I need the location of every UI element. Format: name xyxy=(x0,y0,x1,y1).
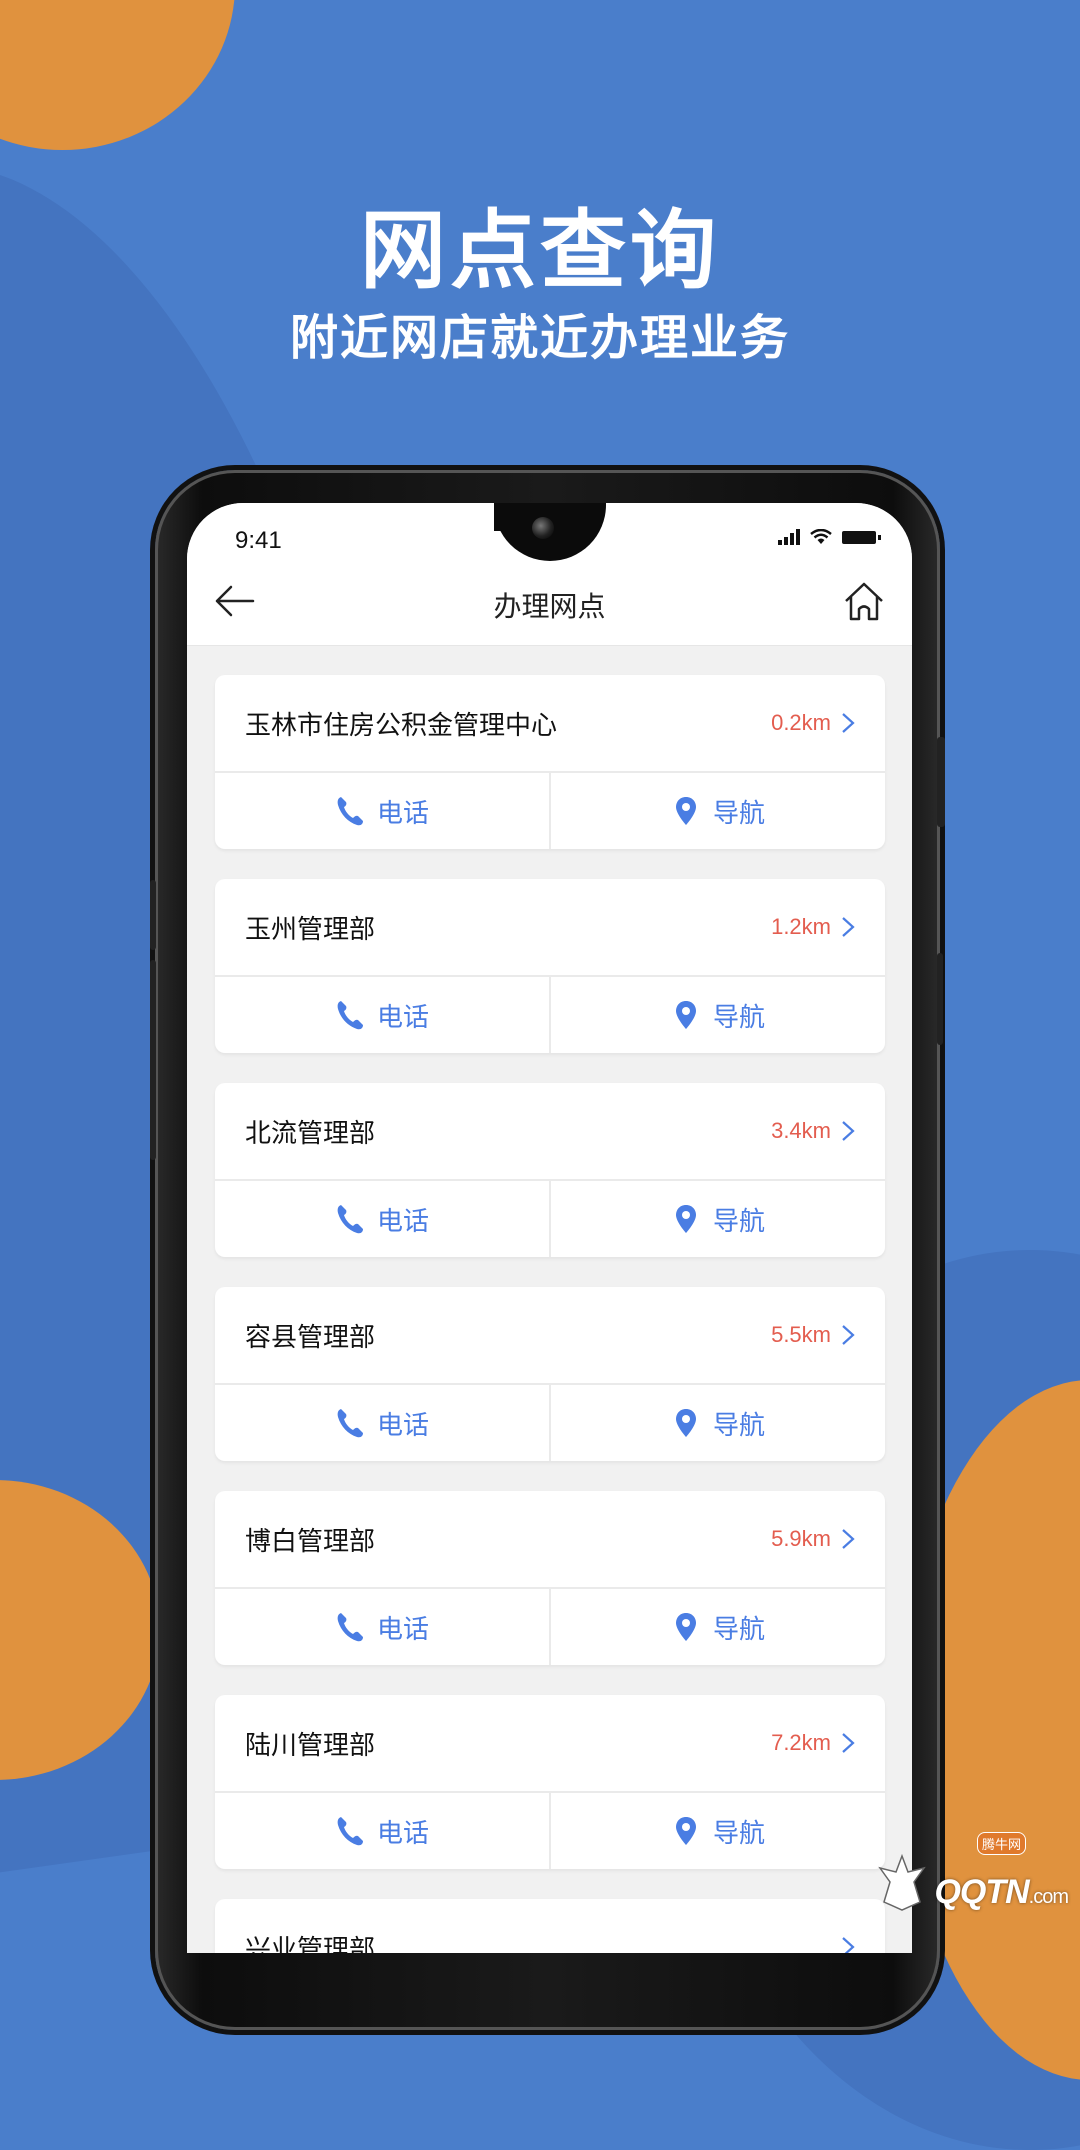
home-button[interactable] xyxy=(842,579,886,623)
call-button[interactable]: 电话 xyxy=(215,1589,549,1665)
branch-header[interactable]: 陆川管理部 7.2km xyxy=(215,1695,885,1793)
call-button[interactable]: 电话 xyxy=(215,977,549,1053)
navigate-label: 导航 xyxy=(712,1001,765,1032)
navigate-button[interactable]: 导航 xyxy=(549,1589,885,1665)
signal-icon xyxy=(778,529,800,545)
branch-card: 玉林市住房公积金管理中心 0.2km 电话 导航 xyxy=(215,675,885,849)
branch-card: 陆川管理部 7.2km 电话 导航 xyxy=(215,1695,885,1869)
branch-distance: 7.2km xyxy=(771,1730,831,1755)
phone-icon xyxy=(337,1817,363,1846)
phone-side-button xyxy=(937,953,943,1045)
branch-name: 玉林市住房公积金管理中心 xyxy=(245,709,558,740)
phone-icon xyxy=(337,1205,363,1234)
chevron-right-icon xyxy=(842,1325,855,1345)
branch-name: 兴业管理部 xyxy=(245,1933,376,1954)
navigate-button[interactable]: 导航 xyxy=(549,977,885,1053)
branch-name: 博白管理部 xyxy=(245,1525,376,1556)
navigate-label: 导航 xyxy=(712,1613,765,1644)
branch-name: 玉州管理部 xyxy=(245,913,376,944)
branch-header[interactable]: 北流管理部 3.4km xyxy=(215,1083,885,1181)
call-label: 电话 xyxy=(376,1613,429,1644)
branch-card: 容县管理部 5.5km 电话 导航 xyxy=(215,1287,885,1461)
branch-distance: 1.2km xyxy=(771,914,831,939)
phone-icon xyxy=(337,1613,363,1642)
watermark-badge: 腾牛网 xyxy=(976,1832,1026,1855)
home-icon xyxy=(845,582,883,621)
branch-card: 兴业管理部 电话 导航 xyxy=(215,1899,885,1953)
promo-title: 网点查询 xyxy=(360,203,720,299)
branch-actions: 电话 导航 xyxy=(215,1385,885,1461)
call-label: 电话 xyxy=(376,1205,429,1236)
watermark-text: QQTN.com xyxy=(934,1873,1069,1911)
branch-header[interactable]: 玉林市住房公积金管理中心 0.2km xyxy=(215,675,885,773)
navigate-button[interactable]: 导航 xyxy=(549,1181,885,1257)
branch-actions: 电话 导航 xyxy=(215,977,885,1053)
branch-card: 博白管理部 5.9km 电话 导航 xyxy=(215,1491,885,1665)
branch-distance: 3.4km xyxy=(771,1118,831,1143)
navigate-button[interactable]: 导航 xyxy=(549,1793,885,1869)
bull-logo-icon xyxy=(878,1853,927,1911)
chevron-right-icon xyxy=(842,1733,855,1753)
location-pin-icon xyxy=(675,797,696,825)
phone-volume-up xyxy=(150,880,156,950)
location-pin-icon xyxy=(675,1001,696,1029)
branch-actions: 电话 导航 xyxy=(215,1589,885,1665)
branch-list: 玉林市住房公积金管理中心 0.2km 电话 导航 玉州管理部 1.2km 电话 … xyxy=(215,675,885,1953)
camera-lens xyxy=(532,517,554,539)
phone-volume-down xyxy=(150,960,156,1160)
chevron-right-icon xyxy=(842,1529,855,1549)
branch-card: 玉州管理部 1.2km 电话 导航 xyxy=(215,879,885,1053)
branch-header[interactable]: 玉州管理部 1.2km xyxy=(215,879,885,977)
navigate-button[interactable]: 导航 xyxy=(549,1385,885,1461)
chevron-right-icon xyxy=(842,917,855,937)
wifi-icon xyxy=(810,529,832,544)
navigate-button[interactable]: 导航 xyxy=(549,773,885,849)
branch-actions: 电话 导航 xyxy=(215,773,885,849)
status-icons xyxy=(778,529,881,545)
call-button[interactable]: 电话 xyxy=(215,1385,549,1461)
phone-icon xyxy=(337,1409,363,1438)
phone-icon xyxy=(337,1001,363,1030)
navigate-label: 导航 xyxy=(712,1817,765,1848)
promo-subtitle: 附近网店就近办理业务 xyxy=(289,312,790,365)
branch-header[interactable]: 容县管理部 5.5km xyxy=(215,1287,885,1385)
location-pin-icon xyxy=(675,1409,696,1437)
call-label: 电话 xyxy=(376,1001,429,1032)
call-button[interactable]: 电话 xyxy=(215,1793,549,1869)
branch-distance: 5.9km xyxy=(771,1526,831,1551)
status-time: 9:41 xyxy=(235,527,282,554)
battery-icon xyxy=(842,530,881,544)
location-pin-icon xyxy=(675,1817,696,1845)
call-label: 电话 xyxy=(376,797,429,828)
branch-actions: 电话 导航 xyxy=(215,1793,885,1869)
call-button[interactable]: 电话 xyxy=(215,1181,549,1257)
branch-name: 容县管理部 xyxy=(245,1321,376,1352)
branch-name: 陆川管理部 xyxy=(245,1729,376,1760)
chevron-right-icon xyxy=(842,1121,855,1141)
phone-icon xyxy=(337,797,363,826)
phone-screen: 9:41 办理网点 玉林市住房公积金管理中心 0.2km 电话 导航 玉州管理部… xyxy=(187,503,912,1953)
phone-power-button xyxy=(937,737,945,827)
chevron-right-icon xyxy=(842,1937,855,1953)
page-title: 办理网点 xyxy=(493,591,606,622)
navigate-label: 导航 xyxy=(712,1409,765,1440)
call-button[interactable]: 电话 xyxy=(215,773,549,849)
orange-circle-top-left xyxy=(0,0,235,150)
location-pin-icon xyxy=(675,1613,696,1641)
watermark: QQTN.com 腾牛网 xyxy=(874,1832,1069,1912)
branch-actions: 电话 导航 xyxy=(215,1181,885,1257)
navigate-label: 导航 xyxy=(712,1205,765,1236)
location-pin-icon xyxy=(675,1205,696,1233)
branch-name: 北流管理部 xyxy=(245,1117,376,1148)
call-label: 电话 xyxy=(376,1409,429,1440)
branch-distance: 0.2km xyxy=(771,710,831,735)
call-label: 电话 xyxy=(376,1817,429,1848)
chevron-right-icon xyxy=(842,713,855,733)
branch-header[interactable]: 博白管理部 5.9km xyxy=(215,1491,885,1589)
branch-card: 北流管理部 3.4km 电话 导航 xyxy=(215,1083,885,1257)
navigate-label: 导航 xyxy=(712,797,765,828)
branch-distance: 5.5km xyxy=(771,1322,831,1347)
branch-header[interactable]: 兴业管理部 xyxy=(215,1899,885,1953)
